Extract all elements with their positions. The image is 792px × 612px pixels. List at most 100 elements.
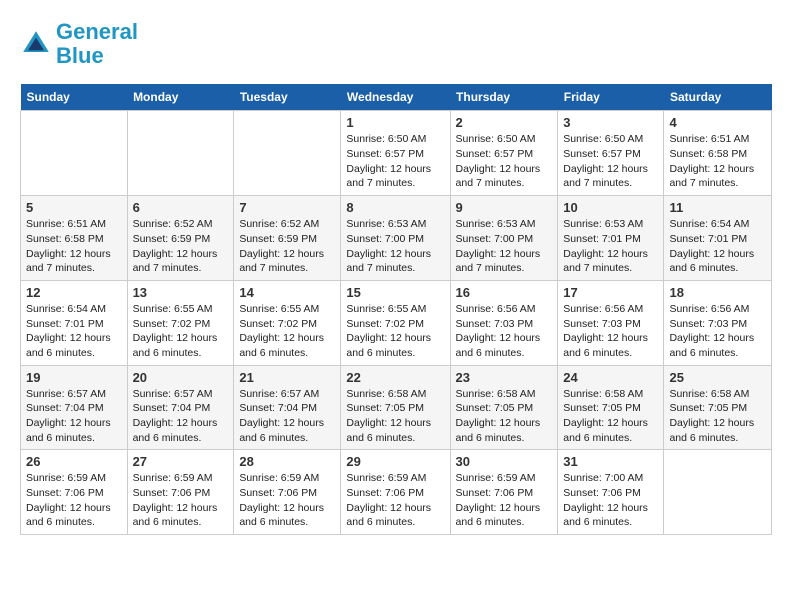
day-info: Sunrise: 6:55 AM Sunset: 7:02 PM Dayligh… xyxy=(239,302,335,361)
calendar-cell: 11 Sunrise: 6:54 AM Sunset: 7:01 PM Dayli… xyxy=(664,196,772,281)
calendar-cell: 2Sunrise: 6:50 AM Sunset: 6:57 PM Daylig… xyxy=(450,111,558,196)
day-info: Sunrise: 6:59 AM Sunset: 7:06 PM Dayligh… xyxy=(26,471,122,530)
calendar-cell: 6 Sunrise: 6:52 AM Sunset: 6:59 PM Daylig… xyxy=(127,196,234,281)
logo-icon xyxy=(20,28,52,60)
day-number: 25 xyxy=(669,370,766,385)
header-monday: Monday xyxy=(127,84,234,111)
calendar-cell: 1Sunrise: 6:50 AM Sunset: 6:57 PM Daylig… xyxy=(341,111,450,196)
day-info: Sunrise: 6:50 AM Sunset: 6:57 PM Dayligh… xyxy=(456,132,553,191)
day-number: 31 xyxy=(563,454,658,469)
calendar-cell: 29 Sunrise: 6:59 AM Sunset: 7:06 PM Dayli… xyxy=(341,450,450,535)
day-number: 24 xyxy=(563,370,658,385)
day-info: Sunrise: 6:53 AM Sunset: 7:00 PM Dayligh… xyxy=(456,217,553,276)
day-info: Sunrise: 6:50 AM Sunset: 6:57 PM Dayligh… xyxy=(346,132,444,191)
logo-line2: Blue xyxy=(56,44,138,68)
day-number: 17 xyxy=(563,285,658,300)
day-info: Sunrise: 6:54 AM Sunset: 7:01 PM Dayligh… xyxy=(669,217,766,276)
day-number: 29 xyxy=(346,454,444,469)
day-info: Sunrise: 6:52 AM Sunset: 6:59 PM Dayligh… xyxy=(239,217,335,276)
calendar-cell: 5Sunrise: 6:51 AM Sunset: 6:58 PM Daylig… xyxy=(21,196,128,281)
day-info: Sunrise: 6:50 AM Sunset: 6:57 PM Dayligh… xyxy=(563,132,658,191)
day-number: 19 xyxy=(26,370,122,385)
calendar-week-row: 12 Sunrise: 6:54 AM Sunset: 7:01 PM Dayli… xyxy=(21,280,772,365)
day-info: Sunrise: 6:55 AM Sunset: 7:02 PM Dayligh… xyxy=(133,302,229,361)
calendar-cell: 8 Sunrise: 6:53 AM Sunset: 7:00 PM Daylig… xyxy=(341,196,450,281)
header-friday: Friday xyxy=(558,84,664,111)
calendar-cell: 24 Sunrise: 6:58 AM Sunset: 7:05 PM Dayli… xyxy=(558,365,664,450)
calendar-cell xyxy=(234,111,341,196)
calendar-cell: 31 Sunrise: 7:00 AM Sunset: 7:06 PM Dayli… xyxy=(558,450,664,535)
day-info: Sunrise: 6:54 AM Sunset: 7:01 PM Dayligh… xyxy=(26,302,122,361)
day-info: Sunrise: 6:56 AM Sunset: 7:03 PM Dayligh… xyxy=(669,302,766,361)
day-info: Sunrise: 6:58 AM Sunset: 7:05 PM Dayligh… xyxy=(563,387,658,446)
day-number: 4 xyxy=(669,115,766,130)
day-number: 23 xyxy=(456,370,553,385)
calendar-cell: 17 Sunrise: 6:56 AM Sunset: 7:03 PM Dayli… xyxy=(558,280,664,365)
day-number: 5 xyxy=(26,200,122,215)
day-info: Sunrise: 6:59 AM Sunset: 7:06 PM Dayligh… xyxy=(133,471,229,530)
day-info: Sunrise: 6:58 AM Sunset: 7:05 PM Dayligh… xyxy=(456,387,553,446)
day-info: Sunrise: 6:56 AM Sunset: 7:03 PM Dayligh… xyxy=(563,302,658,361)
day-number: 9 xyxy=(456,200,553,215)
day-number: 3 xyxy=(563,115,658,130)
day-number: 14 xyxy=(239,285,335,300)
calendar-cell xyxy=(127,111,234,196)
day-info: Sunrise: 6:52 AM Sunset: 6:59 PM Dayligh… xyxy=(133,217,229,276)
day-info: Sunrise: 7:00 AM Sunset: 7:06 PM Dayligh… xyxy=(563,471,658,530)
day-info: Sunrise: 6:58 AM Sunset: 7:05 PM Dayligh… xyxy=(669,387,766,446)
day-number: 16 xyxy=(456,285,553,300)
day-number: 30 xyxy=(456,454,553,469)
calendar-cell: 16 Sunrise: 6:56 AM Sunset: 7:03 PM Dayli… xyxy=(450,280,558,365)
header-tuesday: Tuesday xyxy=(234,84,341,111)
day-number: 18 xyxy=(669,285,766,300)
calendar-cell xyxy=(664,450,772,535)
day-number: 13 xyxy=(133,285,229,300)
day-info: Sunrise: 6:59 AM Sunset: 7:06 PM Dayligh… xyxy=(346,471,444,530)
calendar-week-row: 1Sunrise: 6:50 AM Sunset: 6:57 PM Daylig… xyxy=(21,111,772,196)
calendar-cell: 15 Sunrise: 6:55 AM Sunset: 7:02 PM Dayli… xyxy=(341,280,450,365)
calendar-cell: 20 Sunrise: 6:57 AM Sunset: 7:04 PM Dayli… xyxy=(127,365,234,450)
day-number: 26 xyxy=(26,454,122,469)
calendar-cell: 27 Sunrise: 6:59 AM Sunset: 7:06 PM Dayli… xyxy=(127,450,234,535)
header-sunday: Sunday xyxy=(21,84,128,111)
day-info: Sunrise: 6:55 AM Sunset: 7:02 PM Dayligh… xyxy=(346,302,444,361)
calendar-cell: 26 Sunrise: 6:59 AM Sunset: 7:06 PM Dayli… xyxy=(21,450,128,535)
calendar-week-row: 5Sunrise: 6:51 AM Sunset: 6:58 PM Daylig… xyxy=(21,196,772,281)
day-number: 27 xyxy=(133,454,229,469)
calendar-cell: 4 Sunrise: 6:51 AM Sunset: 6:58 PM Daylig… xyxy=(664,111,772,196)
calendar-table: SundayMondayTuesdayWednesdayThursdayFrid… xyxy=(20,84,772,535)
calendar-cell: 12 Sunrise: 6:54 AM Sunset: 7:01 PM Dayli… xyxy=(21,280,128,365)
calendar-cell: 13 Sunrise: 6:55 AM Sunset: 7:02 PM Dayli… xyxy=(127,280,234,365)
day-number: 21 xyxy=(239,370,335,385)
day-number: 20 xyxy=(133,370,229,385)
day-number: 22 xyxy=(346,370,444,385)
day-number: 11 xyxy=(669,200,766,215)
header-wednesday: Wednesday xyxy=(341,84,450,111)
calendar-cell: 28Sunrise: 6:59 AM Sunset: 7:06 PM Dayli… xyxy=(234,450,341,535)
day-info: Sunrise: 6:53 AM Sunset: 7:00 PM Dayligh… xyxy=(346,217,444,276)
day-number: 7 xyxy=(239,200,335,215)
day-info: Sunrise: 6:56 AM Sunset: 7:03 PM Dayligh… xyxy=(456,302,553,361)
calendar-cell: 21Sunrise: 6:57 AM Sunset: 7:04 PM Dayli… xyxy=(234,365,341,450)
calendar-cell xyxy=(21,111,128,196)
calendar-cell: 10 Sunrise: 6:53 AM Sunset: 7:01 PM Dayli… xyxy=(558,196,664,281)
logo: General Blue xyxy=(20,20,138,68)
day-info: Sunrise: 6:51 AM Sunset: 6:58 PM Dayligh… xyxy=(669,132,766,191)
day-number: 8 xyxy=(346,200,444,215)
calendar-week-row: 26 Sunrise: 6:59 AM Sunset: 7:06 PM Dayli… xyxy=(21,450,772,535)
day-number: 6 xyxy=(133,200,229,215)
day-number: 15 xyxy=(346,285,444,300)
calendar-cell: 7 Sunrise: 6:52 AM Sunset: 6:59 PM Daylig… xyxy=(234,196,341,281)
header-saturday: Saturday xyxy=(664,84,772,111)
calendar-cell: 30Sunrise: 6:59 AM Sunset: 7:06 PM Dayli… xyxy=(450,450,558,535)
logo-line1: General xyxy=(56,20,138,44)
header-thursday: Thursday xyxy=(450,84,558,111)
day-number: 10 xyxy=(563,200,658,215)
day-number: 12 xyxy=(26,285,122,300)
day-info: Sunrise: 6:57 AM Sunset: 7:04 PM Dayligh… xyxy=(133,387,229,446)
calendar-cell: 9 Sunrise: 6:53 AM Sunset: 7:00 PM Daylig… xyxy=(450,196,558,281)
calendar-cell: 14 Sunrise: 6:55 AM Sunset: 7:02 PM Dayli… xyxy=(234,280,341,365)
day-info: Sunrise: 6:53 AM Sunset: 7:01 PM Dayligh… xyxy=(563,217,658,276)
calendar-cell: 3 Sunrise: 6:50 AM Sunset: 6:57 PM Daylig… xyxy=(558,111,664,196)
calendar-header-row: SundayMondayTuesdayWednesdayThursdayFrid… xyxy=(21,84,772,111)
